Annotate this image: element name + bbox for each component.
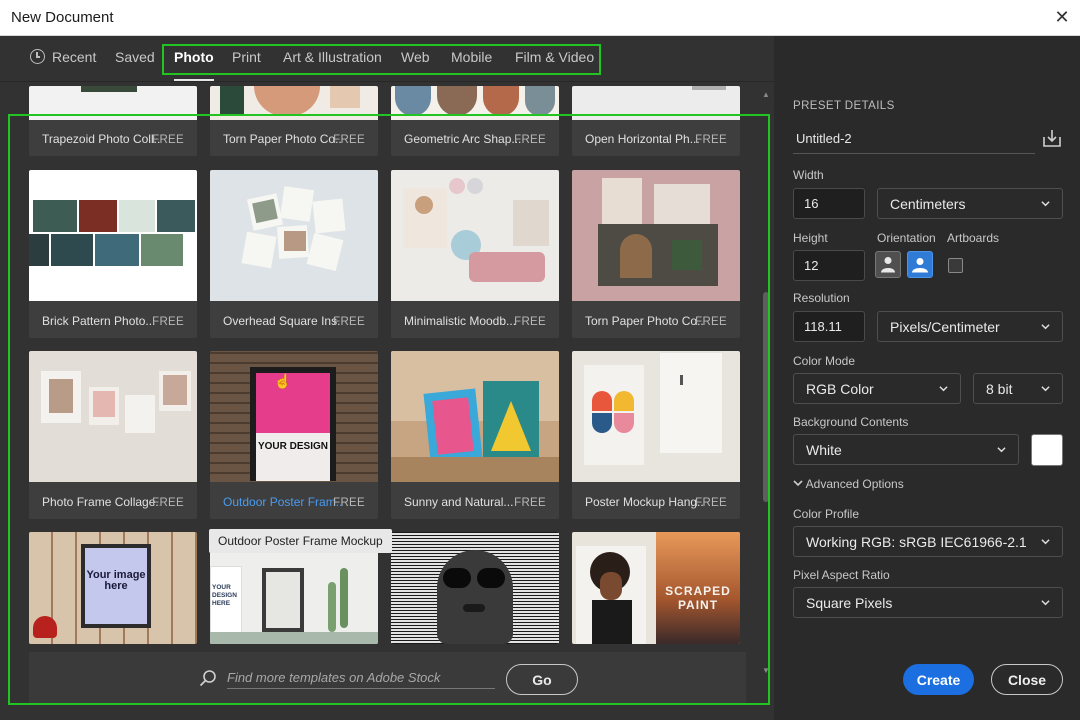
chevron-down-icon (1041, 324, 1050, 330)
landscape-orientation-button[interactable] (907, 251, 933, 278)
bit-depth-select[interactable]: 8 bit (973, 373, 1063, 404)
close-window-icon[interactable]: ✕ (1050, 5, 1074, 29)
width-field[interactable]: 16 (793, 188, 865, 219)
artboards-checkbox[interactable] (948, 258, 963, 273)
color-mode-select[interactable]: RGB Color (793, 373, 961, 404)
section-title: PRESET DETAILS (793, 100, 895, 112)
background-select[interactable]: White (793, 434, 1019, 465)
chevron-down-icon (1041, 600, 1050, 606)
artboards-label: Artboards (947, 231, 1000, 245)
advanced-options-toggle[interactable]: Advanced Options (793, 477, 904, 491)
pixel-aspect-label: Pixel Aspect Ratio (793, 568, 890, 582)
portrait-icon (881, 257, 895, 273)
portrait-orientation-button[interactable] (875, 251, 901, 278)
resolution-label: Resolution (793, 291, 850, 305)
height-label: Height (793, 231, 828, 245)
tab-saved[interactable]: Saved (115, 49, 155, 65)
resolution-field[interactable]: 118.11 (793, 311, 865, 342)
chevron-down-icon (1041, 201, 1050, 207)
tab-recent[interactable]: Recent (30, 49, 96, 65)
chevron-down-icon (793, 480, 803, 487)
width-unit-select[interactable]: Centimeters (877, 188, 1063, 219)
tabs-highlight-box (162, 44, 601, 75)
category-tabs: Recent Saved Photo Print Art & Illustrat… (0, 36, 774, 82)
color-mode-label: Color Mode (793, 354, 856, 368)
template-browser: Recent Saved Photo Print Art & Illustrat… (0, 36, 774, 720)
create-button[interactable]: Create (903, 664, 974, 695)
color-profile-select[interactable]: Working RGB: sRGB IEC61966-2.1 (793, 526, 1063, 557)
height-field[interactable]: 12 (793, 250, 865, 281)
chevron-down-icon (997, 447, 1006, 453)
width-label: Width (793, 168, 824, 182)
chevron-down-icon (939, 386, 948, 392)
background-label: Background Contents (793, 415, 909, 429)
close-button[interactable]: Close (991, 664, 1063, 695)
orientation-label: Orientation (877, 231, 936, 245)
save-preset-icon[interactable] (1042, 128, 1062, 148)
resolution-unit-select[interactable]: Pixels/Centimeter (877, 311, 1063, 342)
color-profile-label: Color Profile (793, 507, 860, 521)
title-bar: New Document ✕ (0, 0, 1080, 36)
document-name-field[interactable]: Untitled-2 (793, 124, 1035, 154)
pixel-aspect-select[interactable]: Square Pixels (793, 587, 1063, 618)
preset-details-panel: PRESET DETAILS Untitled-2 Width 16 Centi… (774, 36, 1080, 720)
background-color-swatch[interactable] (1031, 434, 1063, 466)
templates-highlight-box (8, 114, 770, 705)
chevron-down-icon (1041, 539, 1050, 545)
chevron-down-icon (1041, 386, 1050, 392)
clock-icon (30, 49, 45, 64)
window-title: New Document (11, 9, 114, 26)
scroll-up-icon[interactable]: ▲ (762, 90, 770, 99)
landscape-icon (912, 258, 928, 273)
